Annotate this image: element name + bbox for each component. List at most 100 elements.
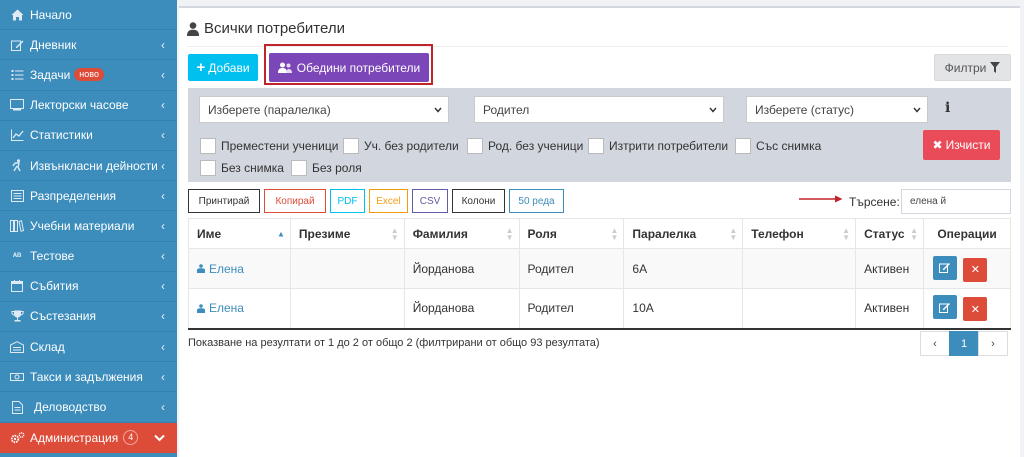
excel-button[interactable]: Excel: [369, 189, 408, 213]
delete-button[interactable]: ✕: [963, 257, 988, 282]
checkbox-deleted-users[interactable]: Изтрити потребители: [588, 138, 728, 154]
sidebar-item-administration[interactable]: Администрация 4: [0, 422, 177, 453]
chalkboard-icon: [9, 98, 25, 112]
user-link[interactable]: Елена: [197, 262, 290, 276]
checkbox-box[interactable]: [467, 138, 483, 154]
column-header-class[interactable]: Паралелка ▲ ▼: [623, 218, 744, 249]
sidebar-item-fees[interactable]: Такси и задължения ‹: [0, 362, 177, 393]
checkbox-box[interactable]: [588, 138, 604, 154]
next-page-button[interactable]: ›: [978, 331, 1008, 356]
sidebar-item-tests[interactable]: ᴬᴮ Тестове ‹: [0, 242, 177, 272]
checkbox-box[interactable]: [200, 160, 216, 176]
clear-button[interactable]: ✖ Изчисти: [923, 130, 1000, 160]
cell-middle: [289, 248, 405, 289]
copy-button[interactable]: Копирай: [264, 189, 326, 213]
delete-button[interactable]: ✕: [963, 297, 988, 322]
sidebar-item-statistics[interactable]: Статистики ‹: [0, 121, 177, 151]
pdf-button[interactable]: PDF: [330, 189, 365, 213]
edit-button[interactable]: [933, 295, 958, 320]
add-button[interactable]: + Добави: [188, 54, 258, 81]
column-header-middle[interactable]: Презиме ▲ ▼: [289, 218, 405, 249]
edit-icon: [9, 38, 25, 52]
info-icon[interactable]: i: [945, 100, 950, 116]
cell-name[interactable]: Елена: [188, 288, 291, 330]
file-icon: [9, 400, 25, 414]
sort-icon: ▲ ▼: [910, 225, 919, 242]
column-header-role[interactable]: Роля ▲ ▼: [518, 218, 625, 249]
sidebar-item-tasks[interactable]: Задачи ново ‹: [0, 60, 177, 91]
checkbox-parents-without-students[interactable]: Род. без ученици: [467, 138, 583, 154]
cell-name[interactable]: Елена: [188, 248, 291, 289]
cell-phone: [742, 248, 857, 289]
arrow-right-icon: [799, 195, 843, 203]
cell-status: Активен: [855, 248, 925, 289]
sidebar-item-label: Учебни материали: [30, 218, 135, 233]
cell-operations: ✕: [923, 248, 1011, 289]
checkbox-box[interactable]: [343, 138, 359, 154]
sidebar-item-label: Статистики: [30, 128, 93, 143]
table-row: Елена Йорданова Родител 6А Активен ✕: [188, 248, 1011, 289]
table-row: Елена Йорданова Родител 10А Активен ✕: [188, 288, 1011, 330]
parent-select[interactable]: Родител: [474, 96, 724, 123]
sidebar-item-label: Склад: [30, 339, 65, 354]
sidebar-item-events[interactable]: Събития ‹: [0, 272, 177, 302]
sidebar-item-diary[interactable]: Дневник ‹: [0, 30, 177, 61]
csv-button[interactable]: CSV: [412, 189, 448, 213]
sidebar-item-materials[interactable]: Учебни материали ‹: [0, 211, 177, 242]
chevron-left-icon: ‹: [161, 158, 165, 173]
close-icon: ✕: [970, 264, 980, 276]
close-icon: ✕: [970, 303, 980, 316]
chevron-left-icon: ‹: [161, 369, 165, 384]
sidebar-item-extracurricular[interactable]: Извънкласни дейности ‹: [0, 151, 177, 182]
chevron-left-icon: ‹: [161, 249, 165, 264]
cell-middle: [289, 288, 405, 330]
trophy-icon: [9, 309, 25, 323]
cell-operations: ✕: [923, 288, 1011, 330]
previous-page-button[interactable]: ‹: [920, 331, 950, 356]
results-info: Показване на резултати от 1 до 2 от общо…: [188, 337, 600, 349]
class-select[interactable]: Изберете (паралелка): [199, 96, 449, 123]
column-header-name[interactable]: Име ▲: [188, 218, 291, 249]
sidebar-item-label: Такси и задължения: [30, 369, 143, 384]
line-chart-icon: [9, 128, 25, 142]
filters-button[interactable]: Филтри: [934, 54, 1011, 81]
gears-icon: [9, 431, 25, 445]
user-tie-icon: [197, 264, 205, 273]
cell-role: Родител: [518, 248, 625, 289]
column-header-status[interactable]: Статус ▲ ▼: [855, 218, 925, 249]
columns-button[interactable]: Колони: [452, 189, 505, 213]
sidebar-item-warehouse[interactable]: Склад ‹: [0, 332, 177, 363]
checkbox-with-photo[interactable]: Със снимка: [735, 138, 821, 154]
sidebar-item-label: Начало: [30, 7, 72, 22]
sidebar-item-label: Деловодство: [34, 400, 107, 415]
user-link[interactable]: Елена: [197, 301, 290, 315]
checkbox-without-photo[interactable]: Без снимка: [200, 160, 284, 176]
print-button[interactable]: Принтирай: [188, 189, 260, 213]
search-input[interactable]: [901, 189, 1011, 214]
users-icon: [277, 62, 292, 73]
checkbox-box[interactable]: [200, 138, 216, 154]
column-header-last[interactable]: Фамилия ▲ ▼: [403, 218, 520, 249]
sidebar-item-lecture-hours[interactable]: Лекторски часове ‹: [0, 91, 177, 121]
sort-asc-icon: ▲: [276, 229, 285, 238]
sidebar: Начало Дневник ‹ Задачи ново ‹ Лекторски…: [0, 0, 177, 457]
checkbox-students-without-parents[interactable]: Уч. без родители: [343, 138, 459, 154]
rows-per-page-button[interactable]: 50 реда: [509, 189, 564, 213]
column-header-phone[interactable]: Телефон ▲ ▼: [742, 218, 857, 249]
checkbox-box[interactable]: [735, 138, 751, 154]
merge-users-button[interactable]: Обедини потребители: [269, 53, 429, 82]
checkbox-moved-students[interactable]: Преместени ученици: [200, 138, 338, 154]
sidebar-item-competitions[interactable]: Състезания ‹: [0, 302, 177, 333]
checkbox-box[interactable]: [291, 160, 307, 176]
status-select[interactable]: Изберете (статус): [746, 96, 928, 123]
chevron-left-icon: ‹: [161, 339, 165, 354]
sidebar-item-home[interactable]: Начало: [0, 0, 177, 31]
page-title: Всички потребители: [187, 20, 345, 37]
sidebar-item-distributions[interactable]: Разпределения ‹: [0, 181, 177, 212]
checkbox-without-role[interactable]: Без роля: [291, 160, 362, 176]
sidebar-item-records[interactable]: Деловодство ‹: [0, 392, 177, 423]
page-button-current[interactable]: 1: [949, 331, 979, 356]
chevron-left-icon: ‹: [161, 67, 165, 82]
sort-icon: ▲ ▼: [505, 225, 514, 242]
edit-button[interactable]: [933, 255, 958, 280]
